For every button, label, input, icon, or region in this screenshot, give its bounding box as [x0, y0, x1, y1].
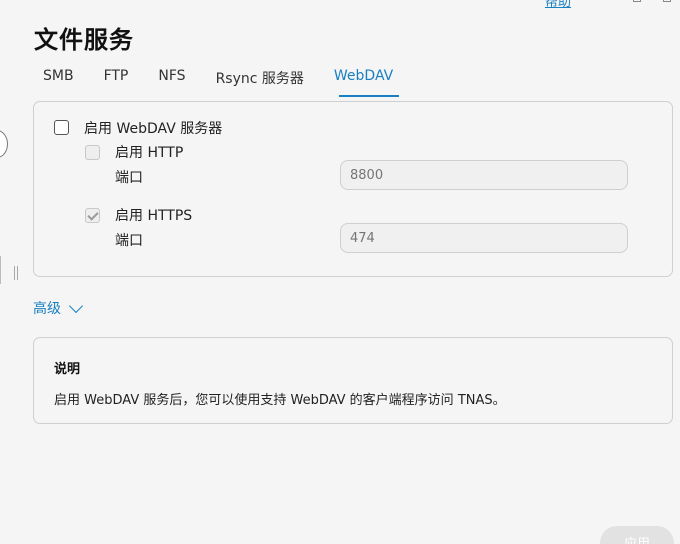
tab-ftp[interactable]: FTP	[95, 66, 130, 94]
enable-webdav-label: 启用 WebDAV 服务器	[84, 121, 223, 137]
tab-smb[interactable]: SMB	[34, 66, 75, 94]
tab-webdav[interactable]: WebDAV	[325, 66, 400, 97]
sidebar-toggle-button[interactable]	[0, 130, 8, 158]
maximize-icon[interactable]	[663, 0, 671, 2]
https-port-label: 端口	[115, 233, 143, 249]
page-title: 文件服务	[34, 26, 134, 54]
enable-https-checkbox[interactable]	[85, 208, 100, 223]
webdav-settings-panel: 启用 WebDAV 服务器 启用 HTTP 端口 启用 HTTPS 端口	[33, 101, 673, 277]
http-port-label: 端口	[115, 170, 143, 186]
help-link[interactable]: 帮助	[545, 0, 571, 10]
description-title: 说明	[54, 362, 81, 377]
advanced-toggle[interactable]: 高级	[33, 298, 84, 318]
https-port-input[interactable]	[340, 223, 628, 253]
http-port-input[interactable]	[340, 160, 628, 190]
enable-https-label: 启用 HTTPS	[115, 208, 193, 224]
description-panel: 说明 启用 WebDAV 服务后，您可以使用支持 WebDAV 的客户端程序访问…	[33, 337, 673, 424]
tab-bar: SMB FTP NFS Rsync 服务器 WebDAV	[34, 66, 414, 97]
enable-webdav-checkbox[interactable]	[54, 120, 69, 135]
minimize-icon[interactable]	[633, 0, 641, 2]
sidebar-divider	[0, 256, 1, 284]
tab-rsync[interactable]: Rsync 服务器	[207, 66, 305, 94]
tab-nfs[interactable]: NFS	[149, 66, 186, 94]
advanced-label: 高级	[33, 301, 61, 317]
description-text: 启用 WebDAV 服务后，您可以使用支持 WebDAV 的客户端程序访问 TN…	[54, 393, 506, 408]
resize-handle-icon[interactable]	[14, 266, 18, 280]
enable-http-label: 启用 HTTP	[115, 145, 184, 161]
apply-button[interactable]: 应用	[600, 526, 674, 544]
enable-http-checkbox[interactable]	[85, 145, 100, 160]
chevron-down-icon	[68, 298, 84, 313]
